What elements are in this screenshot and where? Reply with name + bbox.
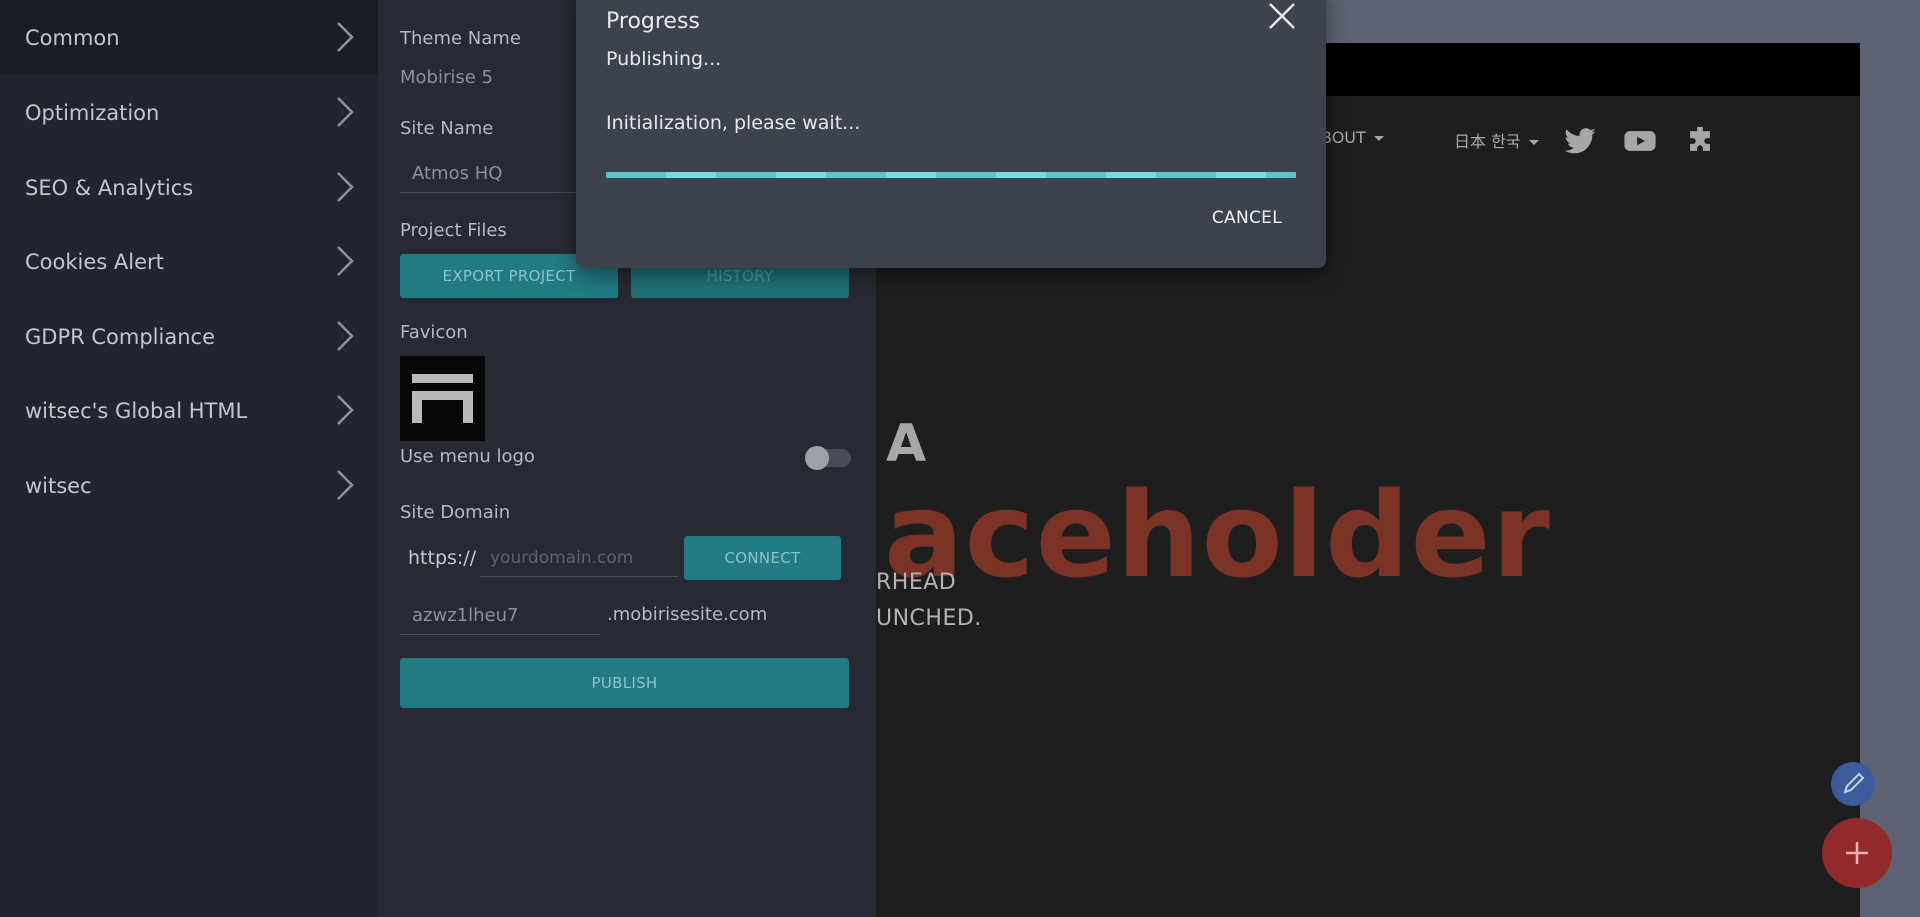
edit-fab-button[interactable] — [1831, 762, 1875, 806]
progress-dialog: Progress Publishing... Initialization, p… — [576, 0, 1326, 268]
menu-language-label: 日本 한국 — [1454, 132, 1521, 151]
sidebar-item-label: SEO & Analytics — [25, 175, 194, 200]
add-block-button[interactable] — [1822, 818, 1892, 888]
dialog-title: Progress — [606, 9, 700, 34]
favicon-image[interactable] — [400, 356, 485, 441]
sidebar-item-label: Optimization — [25, 100, 160, 125]
subdomain-value: azwz1lheu7 — [412, 605, 519, 626]
site-name-value: Atmos HQ — [412, 163, 503, 184]
chevron-right-icon — [337, 470, 354, 500]
site-domain-label: Site Domain — [400, 502, 511, 523]
sidebar-item-label: Cookies Alert — [25, 249, 164, 274]
twitter-icon[interactable] — [1563, 124, 1597, 158]
subdomain-field[interactable]: azwz1lheu7 — [400, 597, 600, 635]
cancel-button[interactable]: CANCEL — [1212, 208, 1282, 228]
project-files-label: Project Files — [400, 220, 507, 241]
settings-sidebar: Common Optimization SEO & Analytics Cook… — [0, 0, 378, 917]
sidebar-item-label: witsec's Global HTML — [25, 398, 248, 423]
caret-down-icon — [1373, 136, 1384, 141]
youtube-icon[interactable] — [1623, 124, 1657, 158]
sidebar-item-seo-analytics[interactable]: SEO & Analytics — [0, 150, 378, 225]
sidebar-item-label: GDPR Compliance — [25, 324, 215, 349]
chevron-right-icon — [337, 246, 354, 276]
dialog-message: Initialization, please wait... — [606, 112, 861, 134]
theme-name-label: Theme Name — [400, 28, 521, 49]
puzzle-icon[interactable] — [1683, 124, 1717, 158]
sidebar-item-cookies-alert[interactable]: Cookies Alert — [0, 224, 378, 299]
sidebar-item-common[interactable]: Common — [0, 0, 378, 75]
domain-prefix: https:// — [408, 547, 477, 569]
hero-subtitle-line2: UNCHED. — [876, 606, 982, 631]
sidebar-item-label: witsec — [25, 473, 92, 498]
dialog-status: Publishing... — [606, 48, 722, 70]
subdomain-suffix: .mobirisesite.com — [607, 604, 768, 625]
menu-about[interactable]: BOUT — [1321, 128, 1384, 147]
chevron-right-icon — [337, 22, 354, 52]
chevron-right-icon — [337, 395, 354, 425]
sidebar-item-witsecs-global-html[interactable]: witsec's Global HTML — [0, 373, 378, 448]
sidebar-item-witsec[interactable]: witsec — [0, 448, 378, 523]
caret-down-icon — [1528, 140, 1539, 145]
pencil-icon — [1843, 772, 1865, 794]
domain-input[interactable] — [490, 547, 678, 568]
chevron-right-icon — [337, 172, 354, 202]
favicon-label: Favicon — [400, 322, 468, 343]
plus-icon — [1846, 842, 1868, 864]
sidebar-item-optimization[interactable]: Optimization — [0, 75, 378, 150]
use-menu-logo-toggle[interactable] — [805, 446, 851, 470]
favicon-logo-icon — [412, 374, 473, 423]
close-icon[interactable] — [1266, 0, 1298, 32]
sidebar-item-label: Common — [25, 25, 120, 50]
sidebar-item-gdpr-compliance[interactable]: GDPR Compliance — [0, 299, 378, 374]
publish-button[interactable]: PUBLISH — [400, 658, 849, 708]
toggle-knob — [805, 446, 829, 470]
hero-heading-large: aceholder — [884, 466, 1551, 604]
chevron-right-icon — [337, 321, 354, 351]
progress-bar — [606, 172, 1296, 178]
site-name-label: Site Name — [400, 118, 494, 139]
menu-about-label: BOUT — [1321, 128, 1366, 147]
site-name-field[interactable]: Atmos HQ — [400, 155, 600, 193]
hero-heading-small: A — [886, 414, 927, 474]
progress-bar-fill — [606, 172, 1296, 178]
use-menu-logo-label: Use menu logo — [400, 446, 535, 467]
theme-name-value: Mobirise 5 — [400, 67, 493, 88]
menu-language[interactable]: 日本 한국 — [1454, 128, 1539, 152]
hero-subtitle-line1: RHEAD — [876, 570, 957, 595]
connect-button[interactable]: CONNECT — [684, 536, 841, 580]
chevron-right-icon — [337, 97, 354, 127]
domain-field[interactable] — [480, 539, 678, 577]
